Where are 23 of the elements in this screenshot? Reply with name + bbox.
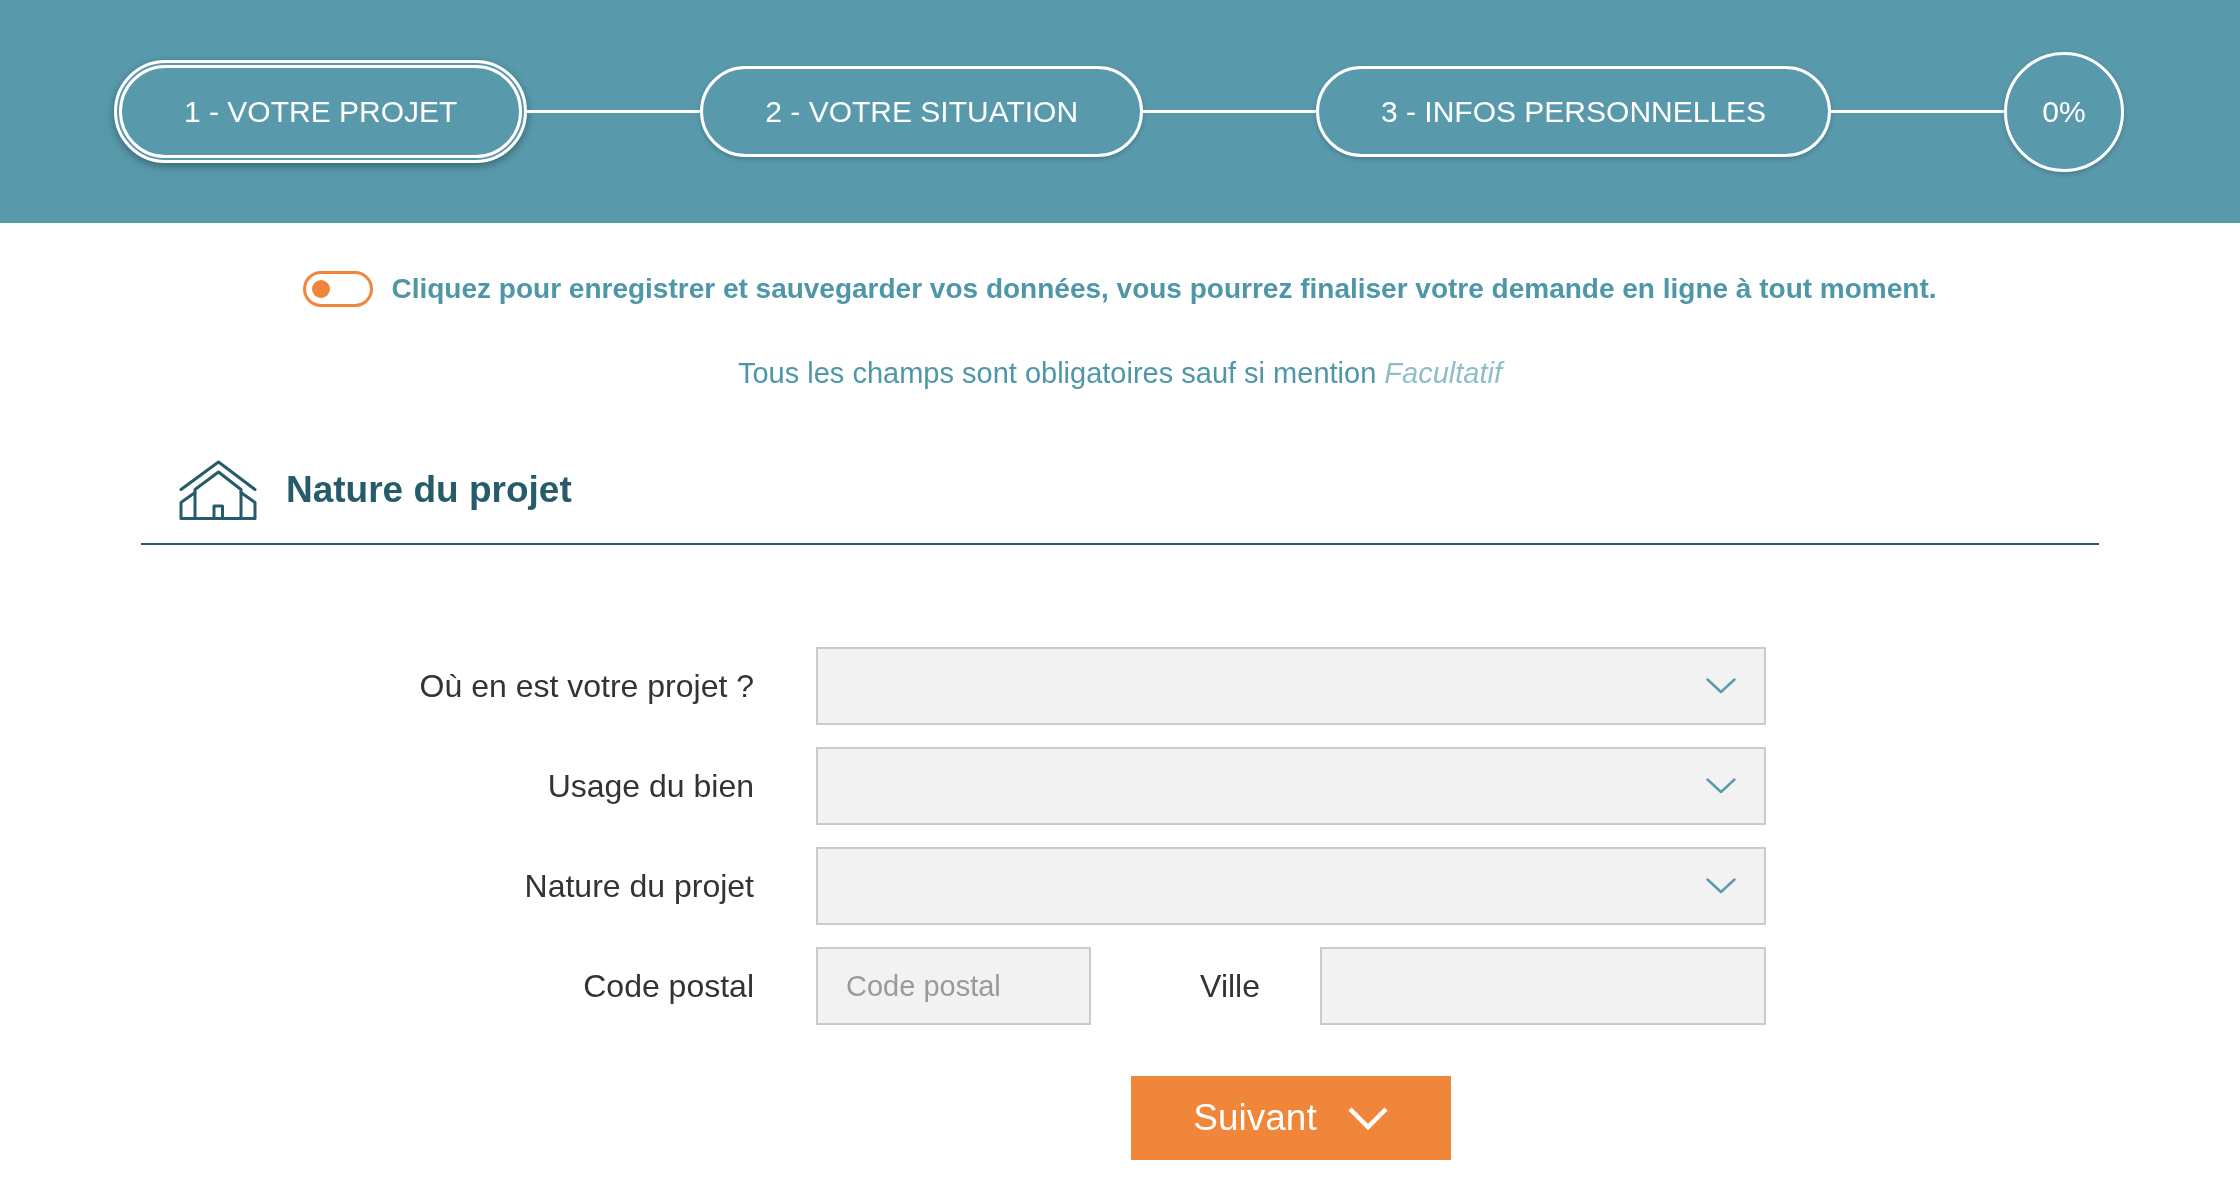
section-title: Nature du projet [286, 468, 572, 513]
dropdown-field[interactable] [816, 647, 1766, 725]
field-label: Code postal [583, 967, 754, 1006]
house-icon [179, 459, 257, 521]
chevron-down-icon [1706, 778, 1736, 794]
dropdown-field[interactable] [816, 747, 1766, 825]
field-label: Où en est votre projet ? [419, 667, 754, 706]
dropdown-field[interactable] [816, 847, 1766, 925]
chevron-down-icon [1706, 678, 1736, 694]
required-fields-note: Tous les champs sont obligatoires sauf si mention Facultatif [737, 356, 1503, 390]
step-tab[interactable]: 2 - VOTRE SITUATION [700, 66, 1144, 157]
chevron-down-icon [1706, 878, 1736, 894]
chevron-down-icon [1346, 1105, 1389, 1131]
city-input[interactable] [1320, 947, 1766, 1025]
save-hint: Cliquez pour enregistrer et sauvegarder vos données, vous pourrez finaliser votre demande en ligne à tout moment. [391, 272, 1937, 306]
step-tab[interactable]: 3 - INFOS PERSONNELLES [1316, 66, 1832, 157]
postal-code-input[interactable]: Code postal [816, 947, 1091, 1025]
field-label: Ville [1200, 967, 1260, 1006]
field-label: Usage du bien [547, 767, 754, 806]
next-button[interactable]: Suivant [1131, 1076, 1451, 1160]
field-label: Nature du projet [524, 867, 754, 906]
step-tab[interactable]: 1 - VOTRE PROJET [114, 60, 528, 163]
save-toggle[interactable] [303, 271, 374, 307]
